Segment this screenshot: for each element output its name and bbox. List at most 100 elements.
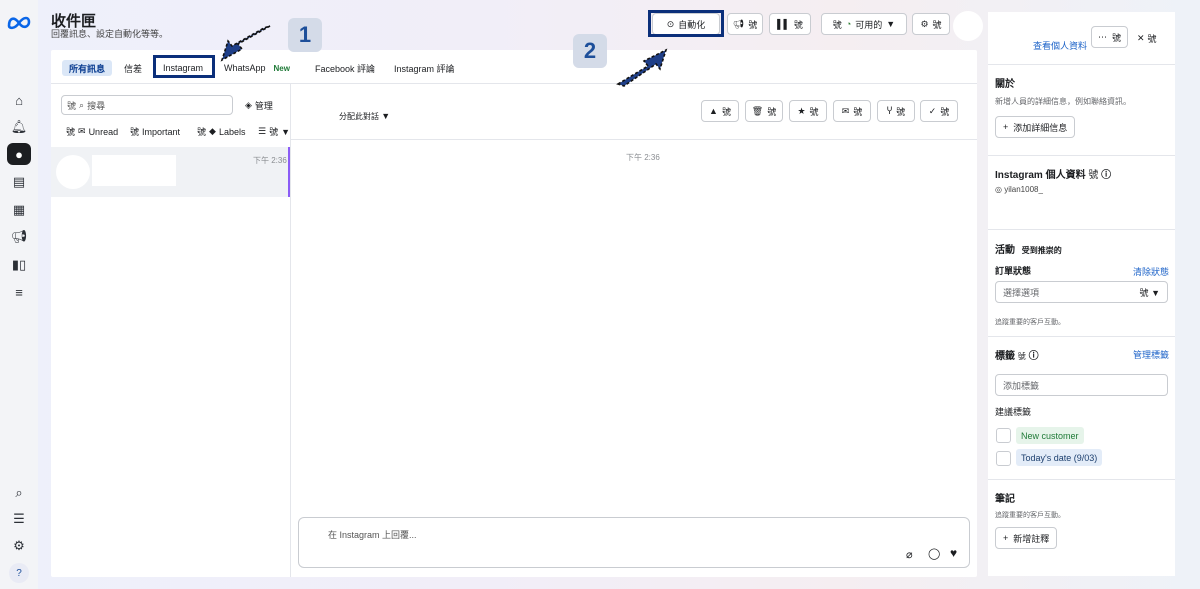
info-icon: ⓘ [1028, 351, 1039, 362]
heart-icon[interactable]: ♥ [950, 546, 957, 560]
mark-done-button[interactable]: ✓ 號 [920, 100, 958, 122]
posts-icon[interactable]: ▤ [7, 171, 31, 193]
highlight-automation-button [648, 10, 724, 37]
attach-icon[interactable]: ⌀ [906, 548, 913, 561]
insights-icon[interactable]: ▮▯ [7, 254, 31, 276]
layers-icon: ◈ [245, 100, 252, 110]
order-status-label: 訂單狀態 [995, 266, 1032, 276]
settings-button[interactable]: ⚙ 號 [912, 13, 950, 35]
inbox-icon[interactable]: ● [7, 143, 31, 165]
step-2-badge: 2 [573, 34, 607, 68]
home-icon[interactable]: ⌂ [7, 89, 31, 111]
insights-button[interactable]: ▌▌ 號 [769, 13, 811, 35]
search-input[interactable]: 號 ⌕ 搜尋 [61, 95, 233, 115]
bell-icon[interactable]: 🔔︎ [7, 116, 31, 138]
fork-icon: Ⴤ [886, 105, 893, 116]
envelope-icon: ✉ [78, 126, 86, 136]
delete-button[interactable]: 🗑︎ 號 [745, 100, 783, 122]
suggested-labels-heading: 建議標籤 [995, 407, 1032, 417]
megaphone-icon: 📢︎ [732, 18, 745, 29]
flag-button[interactable]: ▲ 號 [701, 100, 739, 122]
tag-checkbox[interactable] [996, 451, 1011, 466]
tag-todays-date[interactable]: Today's date (9/03) [1016, 449, 1103, 466]
promote-button[interactable]: 📢︎ 號 [727, 13, 763, 35]
gear-icon[interactable]: ⚙ [7, 535, 31, 557]
close-panel-button[interactable]: ✕ 號 [1137, 32, 1157, 45]
list-icon[interactable]: ☰ [7, 508, 31, 530]
pointer-arrow-1 [220, 25, 271, 62]
view-profile-link[interactable]: 查看個人資料 [1033, 39, 1087, 52]
caret-down-icon: ▼ [1151, 287, 1160, 298]
conversation-time: 下午 2:36 [253, 156, 287, 165]
about-description: 新增人員的詳細信息，例如聯絡資訊。 [995, 97, 1131, 106]
move-button[interactable]: Ⴤ號 [877, 100, 915, 122]
tab-instagram-comments[interactable]: Instagram 評論 [394, 60, 455, 76]
more-options-button[interactable]: ⋯ 號 [1091, 26, 1129, 48]
tag-checkbox[interactable] [996, 428, 1011, 443]
caret-down-icon: ▼ [281, 126, 291, 137]
page-subtitle: 回覆訊息、設定自動化等等。 [51, 29, 169, 39]
plus-icon: + [1003, 533, 1009, 543]
tab-facebook-comments[interactable]: Facebook 評論 [315, 60, 375, 76]
menu-icon[interactable]: ≡ [7, 281, 31, 303]
star-button[interactable]: ★ 號 [789, 100, 827, 122]
bar-chart-icon: ▌▌ [777, 19, 790, 29]
check-icon: ✓ [928, 105, 937, 116]
tab-messenger[interactable]: 信差 [124, 60, 142, 76]
add-details-button[interactable]: + 添加詳細信息 [995, 116, 1076, 138]
megaphone-icon[interactable]: 📢︎ [7, 226, 31, 248]
reply-box[interactable] [298, 517, 970, 568]
add-label-input[interactable]: 添加標籤 [995, 374, 1168, 396]
manage-labels-link[interactable]: 管理標籤 [1133, 348, 1169, 361]
chat-bubble-icon[interactable]: ◯ [928, 547, 940, 560]
filter-unread[interactable]: 號 ✉ Unread [66, 125, 118, 138]
close-icon: ✕ [1137, 33, 1145, 43]
gear-icon: ⚙ [920, 18, 929, 29]
meta-logo [7, 16, 31, 30]
mark-unread-button[interactable]: ✉ 號 [833, 100, 871, 122]
search-icon[interactable]: ⌕ [7, 482, 31, 504]
pointer-arrow-2 [616, 48, 668, 87]
warning-icon: ▲ [709, 106, 718, 116]
highlight-instagram-tab [153, 55, 215, 78]
divider [988, 155, 1175, 156]
caret-down-icon: ▼ [886, 19, 896, 29]
filter-labels[interactable]: 號 ◆ Labels [197, 125, 245, 138]
clear-status-link[interactable]: 清除狀態 [1133, 265, 1169, 278]
reply-input[interactable]: 在 Instagram 上回覆... [328, 528, 417, 541]
filter-important[interactable]: 號 Important [130, 125, 180, 138]
divider [988, 229, 1175, 230]
instagram-icon: ◎ [995, 185, 1002, 194]
help-icon[interactable]: ? [9, 563, 29, 583]
step-1-badge: 1 [288, 18, 322, 52]
contact-avatar [56, 155, 90, 189]
envelope-icon: ✉ [841, 105, 850, 116]
order-status-select[interactable]: 選擇選項 號 ▼ [995, 281, 1168, 303]
status-clock-icon: ◔ [845, 19, 852, 29]
about-heading: 關於 [995, 79, 1015, 90]
divider [988, 64, 1175, 65]
account-avatar[interactable] [953, 11, 983, 41]
instagram-username: ◎ yilan1008_ [995, 185, 1043, 194]
manage-button[interactable]: ◈ 管理 [245, 99, 273, 112]
more-dots-icon: ⋯ [1098, 31, 1107, 42]
notes-hint: 追蹤重要的客戶互動。 [995, 512, 1065, 519]
tag-icon: ◆ [209, 126, 216, 136]
divider [291, 139, 977, 140]
activity-heading: 活動 受到推崇的 [995, 245, 1062, 256]
plus-icon: + [1003, 122, 1009, 132]
left-nav-rail: ⌂ 🔔︎ ● ▤ ▦ 📢︎ ▮▯ ≡ ⌕ ☰ ⚙ ? [0, 0, 38, 589]
info-icon: ⓘ [1101, 170, 1112, 181]
trash-icon: 🗑︎ [751, 105, 764, 116]
sliders-icon: ☰ [258, 126, 267, 136]
tag-new-customer[interactable]: New customer [1016, 427, 1084, 444]
availability-dropdown[interactable]: 號 ◔ 可用的 ▼ [821, 13, 907, 35]
tab-all-messages[interactable]: 所有訊息 [62, 60, 113, 76]
filter-more-dropdown[interactable]: ☰ 號 ▼ [258, 125, 290, 138]
labels-heading: 標籤 號 ⓘ [995, 351, 1039, 362]
contact-name-redacted [92, 155, 176, 186]
calendar-icon[interactable]: ▦ [7, 199, 31, 221]
add-note-button[interactable]: + 新增註釋 [995, 527, 1058, 549]
assign-conversation-dropdown[interactable]: 分配此對話 ▼ [339, 111, 390, 122]
search-icon: ⌕ [79, 99, 85, 110]
